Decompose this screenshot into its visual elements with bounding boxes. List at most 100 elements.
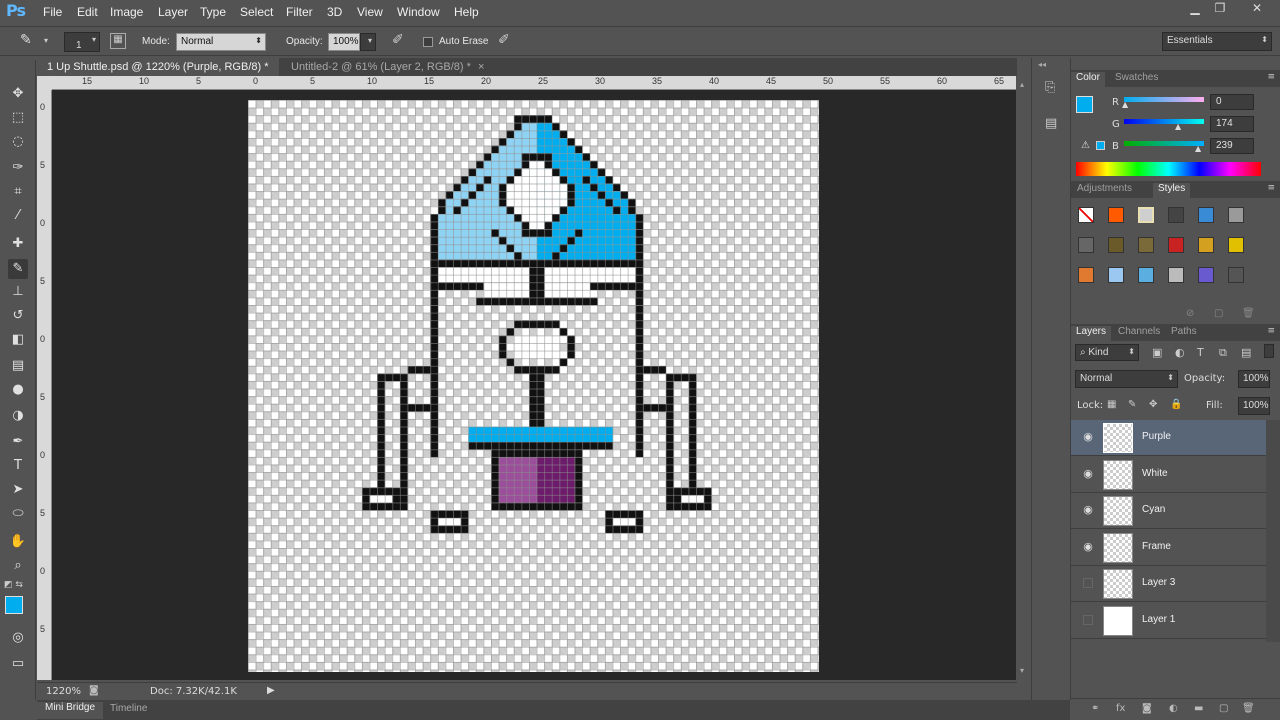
style-swatch[interactable]: [1078, 237, 1094, 253]
pencil-tool-icon[interactable]: ✎: [8, 259, 28, 279]
layer-opacity-input[interactable]: 100%: [1238, 370, 1270, 388]
layers-scrollbar[interactable]: [1266, 420, 1280, 642]
menu-image[interactable]: Image: [110, 5, 143, 19]
style-swatch[interactable]: [1108, 207, 1124, 223]
clear-style-icon[interactable]: ⊘: [1186, 308, 1194, 319]
layer-filter-kind[interactable]: ⌕ Kind ⬍: [1075, 344, 1139, 361]
tab-swatches[interactable]: Swatches: [1115, 72, 1158, 83]
style-swatch[interactable]: [1168, 267, 1184, 283]
g-slider-thumb[interactable]: ▲: [1175, 122, 1181, 131]
gradient-tool-icon[interactable]: ▤: [8, 356, 28, 376]
eyedropper-tool-icon[interactable]: ⁄: [8, 206, 28, 226]
healing-brush-tool-icon[interactable]: ✚: [8, 234, 28, 254]
style-swatch[interactable]: [1078, 267, 1094, 283]
b-value-input[interactable]: 239: [1210, 138, 1254, 154]
tab-channels[interactable]: Channels: [1118, 326, 1160, 337]
brush-panel-icon[interactable]: ▦: [110, 33, 126, 49]
filter-pixel-icon[interactable]: ▣: [1152, 346, 1162, 359]
style-swatch[interactable]: [1228, 207, 1244, 223]
layer-name[interactable]: Layer 1: [1142, 614, 1175, 625]
tab-mini-bridge[interactable]: Mini Bridge: [37, 702, 104, 719]
scroll-down-icon[interactable]: ▾: [1020, 666, 1024, 675]
lock-all-icon[interactable]: 🔒: [1170, 399, 1182, 410]
fill-input[interactable]: 100%: [1238, 397, 1270, 415]
shape-tool-icon[interactable]: ⬭: [8, 504, 28, 524]
status-options-icon[interactable]: ◙: [89, 685, 99, 696]
g-value-input[interactable]: 174: [1210, 116, 1254, 132]
lock-position-icon[interactable]: ✥: [1149, 399, 1157, 410]
layer-row[interactable]: ◉ Purple: [1071, 420, 1266, 456]
crop-tool-icon[interactable]: ⌗: [8, 182, 28, 202]
style-swatch[interactable]: [1168, 207, 1184, 223]
style-swatch[interactable]: [1138, 237, 1154, 253]
layer-name[interactable]: Layer 3: [1142, 577, 1175, 588]
tab-layers[interactable]: Layers: [1071, 326, 1112, 341]
tab-paths[interactable]: Paths: [1171, 326, 1197, 337]
opacity-input[interactable]: 100%: [328, 33, 360, 51]
eraser-tool-icon[interactable]: ◧: [8, 330, 28, 350]
tab-1-up-shuttle[interactable]: 1 Up Shuttle.psd @ 1220% (Purple, RGB/8)…: [37, 58, 279, 85]
tool-preset-chevron-icon[interactable]: ▾: [44, 36, 48, 45]
blend-mode-select[interactable]: Normal ⬍: [1075, 370, 1178, 388]
quick-mask-icon[interactable]: ◎: [8, 628, 28, 648]
visibility-eye-icon[interactable]: ◉: [1081, 430, 1095, 444]
screen-mode-icon[interactable]: ▭: [8, 654, 28, 674]
new-style-icon[interactable]: ▢: [1214, 308, 1223, 319]
visibility-eye-icon[interactable]: ◉: [1081, 503, 1095, 517]
tab-adjustments[interactable]: Adjustments: [1077, 183, 1132, 194]
menu-3d[interactable]: 3D: [327, 5, 342, 19]
pencil-tool-icon[interactable]: ✎: [20, 32, 32, 48]
marquee-tool-icon[interactable]: ⬚: [8, 108, 28, 128]
r-slider-thumb[interactable]: ▲: [1122, 100, 1128, 109]
filter-smart-object-icon[interactable]: ▤: [1241, 346, 1251, 359]
layer-name[interactable]: White: [1142, 468, 1168, 479]
workspace-select[interactable]: Essentials ⬍: [1162, 32, 1272, 51]
r-slider[interactable]: [1124, 97, 1204, 102]
tab-timeline[interactable]: Timeline: [110, 703, 147, 714]
layer-row[interactable]: ◉ Frame: [1071, 530, 1266, 566]
panel-menu-icon[interactable]: ≡: [1267, 326, 1275, 336]
lasso-tool-icon[interactable]: ◌: [8, 132, 28, 152]
b-slider-thumb[interactable]: ▲: [1195, 144, 1201, 153]
fx-icon[interactable]: fx: [1116, 703, 1125, 714]
layer-row[interactable]: Layer 3: [1071, 566, 1266, 603]
tab-styles[interactable]: Styles: [1153, 183, 1191, 198]
vertical-scrollbar[interactable]: ▴ ▾: [1017, 76, 1031, 680]
menu-file[interactable]: File: [43, 5, 62, 19]
style-swatch[interactable]: [1228, 237, 1244, 253]
visibility-eye-icon[interactable]: [1083, 615, 1093, 625]
color-ramp[interactable]: [1076, 162, 1261, 176]
layer-name[interactable]: Frame: [1142, 541, 1171, 552]
layer-name[interactable]: Purple: [1142, 431, 1171, 442]
auto-erase-checkbox[interactable]: [423, 37, 433, 47]
layer-name[interactable]: Cyan: [1142, 504, 1165, 515]
style-swatch[interactable]: [1138, 267, 1154, 283]
visibility-eye-icon[interactable]: ◉: [1081, 467, 1095, 481]
maximize-icon[interactable]: ❐: [1211, 1, 1229, 17]
visibility-eye-icon[interactable]: [1083, 578, 1093, 589]
history-brush-tool-icon[interactable]: ↺: [8, 306, 28, 326]
brush-size-picker[interactable]: 1 ▾: [64, 32, 100, 52]
style-swatch[interactable]: [1108, 237, 1124, 253]
default-colors-icon[interactable]: ◩ ⇆: [4, 580, 23, 590]
mode-select[interactable]: Normal ⬍: [176, 33, 266, 51]
style-swatch[interactable]: [1228, 267, 1244, 283]
tab-untitled-2[interactable]: Untitled-2 @ 61% (Layer 2, RGB/8) * ×: [281, 58, 497, 76]
delete-layer-icon[interactable]: 🗑: [1242, 703, 1255, 714]
style-swatch[interactable]: [1168, 237, 1184, 253]
move-tool-icon[interactable]: ✥: [8, 84, 28, 104]
filter-adjustment-icon[interactable]: ◐: [1175, 346, 1185, 359]
style-swatch[interactable]: [1078, 207, 1094, 223]
panel-menu-icon[interactable]: ≡: [1267, 183, 1275, 193]
color-foreground-swatch[interactable]: [1076, 96, 1093, 113]
delete-style-icon[interactable]: 🗑: [1242, 308, 1255, 319]
panel-menu-icon[interactable]: ≡: [1267, 72, 1275, 82]
type-tool-icon[interactable]: T: [8, 456, 28, 476]
status-menu-arrow-icon[interactable]: ▶: [267, 685, 275, 696]
opacity-dropdown[interactable]: ▾: [360, 33, 376, 51]
menu-view[interactable]: View: [357, 5, 383, 19]
zoom-tool-icon[interactable]: ⌕: [8, 556, 28, 576]
new-layer-icon[interactable]: ▢: [1219, 703, 1228, 714]
minimize-icon[interactable]: ▁: [1186, 1, 1204, 17]
new-adjustment-icon[interactable]: ◐: [1169, 703, 1178, 714]
